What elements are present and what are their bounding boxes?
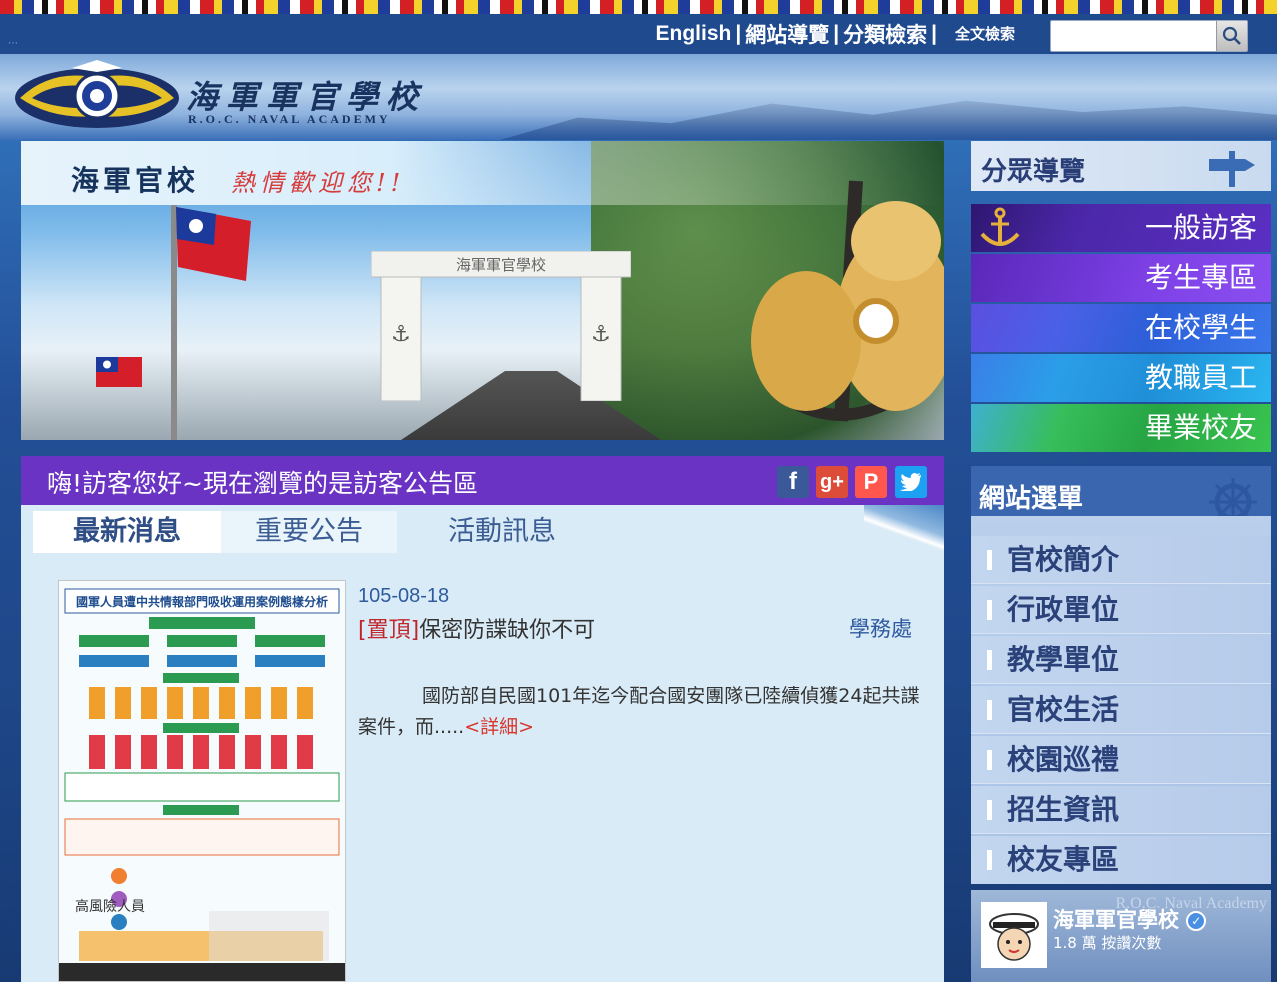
menu-item-academy-intro[interactable]: 官校簡介 bbox=[971, 536, 1271, 584]
announcement-header: 嗨!訪客您好~現在瀏覽的是訪客公告區 f g+ P bbox=[21, 456, 944, 505]
menu-item-label: 官校簡介 bbox=[1007, 543, 1120, 576]
plurk-icon[interactable]: P bbox=[855, 466, 887, 498]
menu-item-campus-tour[interactable]: 校園巡禮 bbox=[971, 736, 1271, 784]
small-roc-flag-icon bbox=[96, 357, 142, 387]
menu-item-label: 招生資訊 bbox=[1007, 793, 1120, 826]
fulltext-search-label: 全文檢索 bbox=[955, 25, 1016, 43]
facebook-page-card[interactable]: R.O.C. Naval Academy 海軍軍官學校 ✓ 1.8 萬 按讚次數 bbox=[971, 890, 1271, 982]
mascot-avatar-icon bbox=[983, 904, 1045, 966]
news-title-text: 保密防諜缺你不可 bbox=[419, 618, 596, 643]
page-curl-decoration bbox=[864, 505, 944, 553]
menu-item-admissions[interactable]: 招生資訊 bbox=[971, 786, 1271, 834]
site-header: 海軍軍官學校 R.O.C. NAVAL ACADEMY bbox=[0, 54, 1277, 140]
naval-academy-emblem-icon[interactable] bbox=[12, 58, 182, 134]
audience-nav-title: 分眾導覽 bbox=[981, 157, 1086, 187]
category-search-link[interactable]: 分類檢索 bbox=[843, 19, 927, 49]
banner-title: 海軍官校 bbox=[71, 164, 200, 197]
menu-item-label: 教學單位 bbox=[1007, 643, 1120, 676]
google-plus-icon[interactable]: g+ bbox=[816, 466, 848, 498]
verified-check-icon: ✓ bbox=[1186, 911, 1207, 931]
news-department: 學務處 bbox=[849, 617, 912, 641]
bullet-bar bbox=[987, 800, 992, 820]
news-thumbnail[interactable]: 國軍人員遭中共情報部門吸收運用案例態樣分析 高風險人員 bbox=[58, 580, 346, 982]
page-name-text: 海軍軍官學校 bbox=[1053, 908, 1179, 932]
top-navigation-bar: ⋯ English | 網站導覽 | 分類檢索 | 全文檢索 bbox=[0, 14, 1277, 54]
facebook-page-name: 海軍軍官學校 ✓ bbox=[1053, 904, 1207, 934]
menu-item-label: 行政單位 bbox=[1007, 593, 1120, 626]
bullet-bar bbox=[987, 750, 992, 770]
audience-prospective-students[interactable]: 考生專區 bbox=[971, 254, 1271, 302]
audience-label: 畢業校友 bbox=[1144, 411, 1257, 444]
menu-item-label: 官校生活 bbox=[1007, 693, 1120, 726]
site-guide-link[interactable]: 網站導覽 bbox=[745, 19, 829, 49]
separator: | bbox=[931, 22, 937, 45]
signpost-icon bbox=[1209, 151, 1255, 187]
banner-welcome-text: 熱情歡迎您!! bbox=[231, 169, 406, 197]
svg-text:海軍軍官學校: 海軍軍官學校 bbox=[456, 256, 546, 274]
separator: | bbox=[833, 22, 840, 45]
read-more-link[interactable]: <詳細> bbox=[464, 716, 534, 738]
menu-item-label: 校友專區 bbox=[1007, 843, 1120, 876]
news-title[interactable]: [置頂]保密防諜缺你不可 bbox=[358, 612, 595, 644]
pinned-label: [置頂] bbox=[358, 618, 420, 643]
svg-text:⚓: ⚓ bbox=[391, 322, 411, 347]
bullet-bar bbox=[987, 850, 992, 870]
svg-text:國軍人員遭中共情報部門吸收運用案例態樣分析: 國軍人員遭中共情報部門吸收運用案例態樣分析 bbox=[76, 594, 328, 609]
site-menu: 網站選單 官校簡介 行政單位 教學單位 官校生活 校園巡禮 招生資訊 校友專區 bbox=[971, 466, 1271, 884]
news-excerpt: 國防部自民國101年迄今配合國安團隊已陸續偵獲24起共諜案件，而.....<詳細… bbox=[358, 681, 923, 743]
news-body-text: 國防部自民國101年迄今配合國安團隊已陸續偵獲24起共諜案件，而..... bbox=[358, 685, 920, 738]
menu-item-administrative-units[interactable]: 行政單位 bbox=[971, 586, 1271, 634]
audience-label: 考生專區 bbox=[1144, 261, 1257, 294]
menu-item-academy-life[interactable]: 官校生活 bbox=[971, 686, 1271, 734]
audience-nav-header: 分眾導覽 bbox=[971, 141, 1271, 191]
facebook-icon[interactable]: f bbox=[777, 466, 809, 498]
tab-important-notices[interactable]: 重要公告 bbox=[221, 511, 397, 553]
twitter-icon[interactable] bbox=[895, 466, 927, 498]
audience-label: 教職員工 bbox=[1144, 361, 1257, 394]
facebook-like-count: 1.8 萬 按讚次數 bbox=[1053, 934, 1162, 952]
announcement-content: 最新消息 重要公告 活動訊息 國軍人員遭中共情報部門吸收運用案例態樣分析 高風險… bbox=[21, 505, 944, 982]
signal-flag-strip bbox=[0, 0, 1277, 14]
menu-item-label: 校園巡禮 bbox=[1007, 743, 1120, 776]
news-date: 105-08-18 bbox=[358, 585, 450, 607]
separator: | bbox=[735, 22, 742, 45]
english-link[interactable]: English bbox=[655, 22, 731, 46]
audience-label: 一般訪客 bbox=[1144, 211, 1257, 244]
audience-general-visitor[interactable]: 一般訪客 bbox=[971, 204, 1271, 252]
menu-item-alumni-zone[interactable]: 校友專區 bbox=[971, 836, 1271, 884]
roc-flag-icon bbox=[176, 207, 251, 281]
audience-alumni[interactable]: 畢業校友 bbox=[971, 404, 1271, 452]
avatar[interactable] bbox=[981, 902, 1047, 968]
anchor-icon bbox=[980, 207, 1020, 246]
svg-text:⚓: ⚓ bbox=[591, 322, 611, 347]
audience-current-students[interactable]: 在校學生 bbox=[971, 304, 1271, 352]
audience-label: 在校學生 bbox=[1144, 311, 1257, 344]
search-box bbox=[1050, 20, 1248, 52]
search-icon bbox=[1222, 26, 1241, 45]
ship-wheel-icon bbox=[1209, 478, 1257, 516]
bullet-bar bbox=[987, 650, 992, 670]
decorative-dots: ⋯ bbox=[8, 38, 19, 49]
audience-faculty-staff[interactable]: 教職員工 bbox=[971, 354, 1271, 402]
search-input[interactable] bbox=[1051, 21, 1216, 51]
menu-item-teaching-units[interactable]: 教學單位 bbox=[971, 636, 1271, 684]
academy-gate-image: 海軍軍官學校 ⚓ ⚓ bbox=[371, 251, 631, 401]
hero-banner: 海軍軍官學校 ⚓ ⚓ 海軍官校 熱情歡迎您!! bbox=[21, 141, 944, 440]
svg-text:高風險人員: 高風險人員 bbox=[75, 898, 145, 915]
bullet-bar bbox=[987, 550, 992, 570]
school-name-english: R.O.C. NAVAL ACADEMY bbox=[188, 112, 391, 126]
tab-event-info[interactable]: 活動訊息 bbox=[397, 511, 607, 553]
search-button[interactable] bbox=[1216, 21, 1247, 51]
security-poster-image: 國軍人員遭中共情報部門吸收運用案例態樣分析 高風險人員 bbox=[59, 581, 345, 981]
news-tabs: 最新消息 重要公告 活動訊息 bbox=[33, 511, 607, 553]
top-nav-links: English | 網站導覽 | 分類檢索 | bbox=[655, 20, 941, 48]
bullet-bar bbox=[987, 700, 992, 720]
mountain-backdrop bbox=[500, 100, 1277, 140]
tab-latest-news[interactable]: 最新消息 bbox=[33, 511, 221, 553]
visitor-greeting: 嗨!訪客您好~現在瀏覽的是訪客公告區 bbox=[47, 469, 478, 498]
bullet-bar bbox=[987, 600, 992, 620]
propeller-anchor-image bbox=[751, 180, 944, 422]
site-menu-title: 網站選單 bbox=[979, 484, 1084, 514]
